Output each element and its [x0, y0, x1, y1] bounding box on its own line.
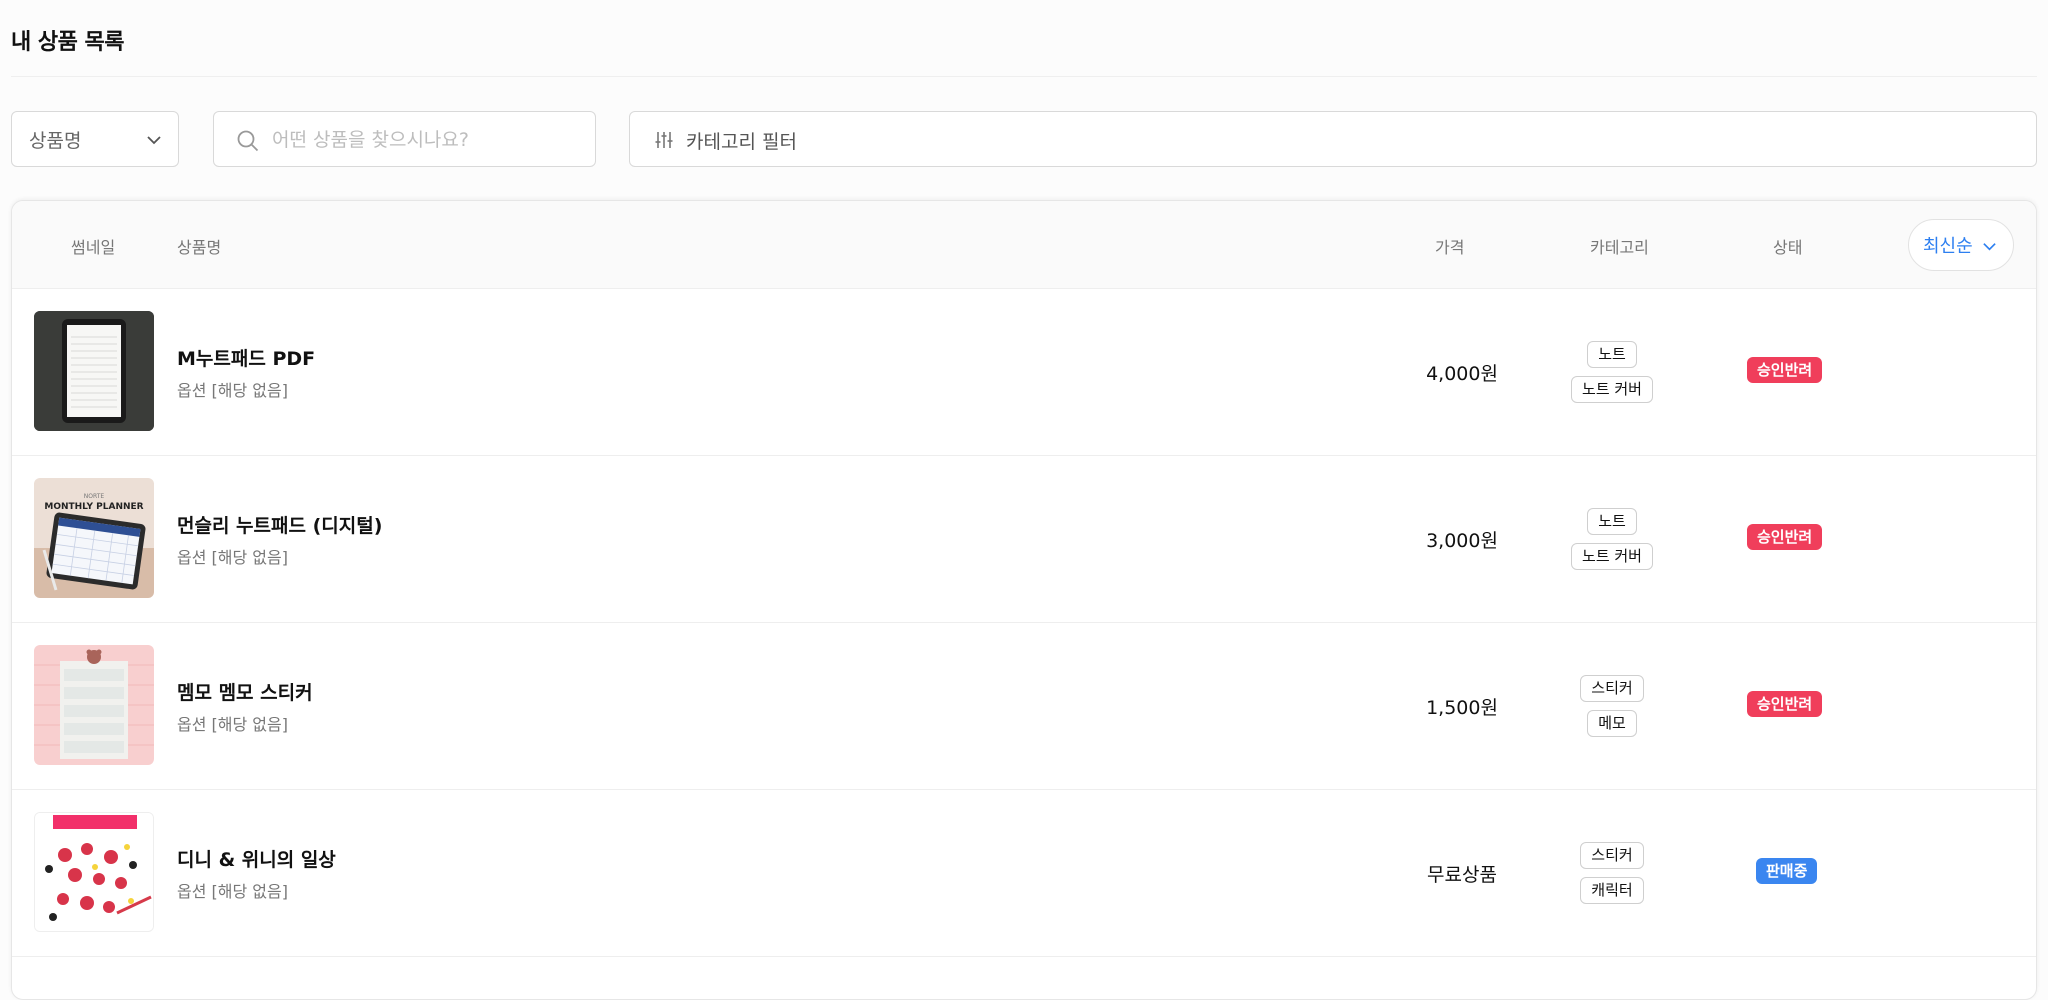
product-price: 3,000원: [1426, 530, 1498, 552]
category-tag: 스티커: [1580, 675, 1644, 702]
status-badge: 승인반려: [1747, 691, 1823, 717]
header-price: 가격: [1435, 238, 1465, 257]
header-name: 상품명: [177, 238, 222, 257]
svg-text:NORTE: NORTE: [84, 493, 105, 500]
status-badge: 승인반려: [1747, 524, 1823, 550]
product-table: 썸네일 상품명 가격 카테고리 상태 최신순 M누트패드 PDF 옵션 [해당 …: [11, 200, 2037, 1000]
sort-label: 최신순: [1923, 236, 1973, 257]
category-tag: 노트 커버: [1571, 543, 1653, 570]
product-price: 4,000원: [1426, 363, 1498, 385]
page-title: 내 상품 목록: [11, 30, 125, 55]
product-price: 1,500원: [1426, 697, 1498, 719]
status-badge: 승인반려: [1747, 357, 1823, 383]
product-thumbnail[interactable]: NORTE MONTHLY PLANNER: [34, 478, 154, 598]
product-option: 옵션 [해당 없음]: [177, 882, 288, 901]
character-sticker-image: [35, 813, 153, 931]
product-option: 옵션 [해당 없음]: [177, 715, 288, 734]
category-tag: 스티커: [1580, 842, 1644, 869]
product-price: 무료상품: [1427, 864, 1497, 886]
search-box[interactable]: [213, 111, 596, 167]
sliders-icon: [655, 132, 673, 148]
category-tags: 스티커 캐릭터: [1532, 842, 1692, 904]
product-name[interactable]: M누트패드 PDF: [177, 344, 315, 371]
category-filter[interactable]: 카테고리 필터: [629, 111, 2037, 167]
category-tag: 캐릭터: [1580, 877, 1644, 904]
chevron-down-icon: [1983, 243, 1996, 251]
product-thumbnail[interactable]: [34, 645, 154, 765]
category-tags: 노트 노트 커버: [1532, 508, 1692, 570]
category-filter-label: 카테고리 필터: [686, 131, 797, 153]
table-header: 썸네일 상품명 가격 카테고리 상태 최신순: [12, 201, 2036, 289]
table-row[interactable]: M누트패드 PDF 옵션 [해당 없음] 4,000원 노트 노트 커버 승인반…: [12, 289, 2036, 456]
category-tag: 노트: [1587, 508, 1637, 535]
product-name[interactable]: 멤모 멤모 스티커: [177, 678, 313, 705]
product-option: 옵션 [해당 없음]: [177, 548, 288, 567]
monthly-planner-image: NORTE MONTHLY PLANNER: [34, 478, 154, 598]
search-field-select-value: 상품명: [29, 129, 82, 152]
table-row[interactable]: 멤모 멤모 스티커 옵션 [해당 없음] 1,500원 스티커 메모 승인반려: [12, 623, 2036, 790]
search-field-select[interactable]: 상품명: [11, 111, 179, 167]
product-name[interactable]: 먼슬리 누트패드 (디지털): [177, 511, 382, 538]
search-icon: [237, 130, 259, 152]
product-option: 옵션 [해당 없음]: [177, 381, 288, 400]
chevron-down-icon: [147, 136, 161, 145]
header-status: 상태: [1773, 238, 1803, 257]
thumbnail-caption: MONTHLY PLANNER: [44, 502, 143, 512]
divider: [11, 76, 2037, 77]
tablet-notepad-image: [34, 311, 154, 431]
header-category: 카테고리: [1590, 238, 1649, 257]
category-tag: 메모: [1587, 710, 1637, 737]
product-thumbnail[interactable]: [34, 311, 154, 431]
product-name[interactable]: 디니 & 위니의 일상: [177, 845, 336, 872]
status-badge: 판매중: [1756, 858, 1818, 884]
table-row[interactable]: NORTE MONTHLY PLANNER 먼슬리 누트패드 (디지털) 옵션 …: [12, 456, 2036, 623]
category-tag: 노트 커버: [1571, 376, 1653, 403]
category-tags: 노트 노트 커버: [1532, 341, 1692, 403]
sort-dropdown[interactable]: 최신순: [1908, 219, 2014, 271]
filter-bar: 상품명 카테고리 필터: [11, 111, 2037, 167]
product-thumbnail[interactable]: [34, 812, 154, 932]
table-row[interactable]: 디니 & 위니의 일상 옵션 [해당 없음] 무료상품 스티커 캐릭터 판매중: [12, 790, 2036, 957]
category-tag: 노트: [1587, 341, 1637, 368]
search-input[interactable]: [272, 126, 572, 154]
header-thumbnail: 썸네일: [71, 238, 116, 257]
category-tags: 스티커 메모: [1532, 675, 1692, 737]
memo-sticker-image: [34, 645, 154, 765]
